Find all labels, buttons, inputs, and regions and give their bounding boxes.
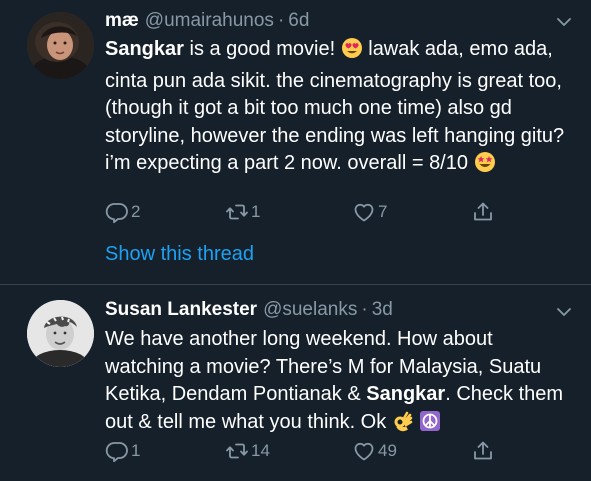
star-struck-emoji	[474, 151, 496, 182]
timestamp[interactable]: 6d	[288, 7, 309, 35]
reply-button[interactable]: 1	[105, 439, 140, 463]
reply-count: 1	[131, 441, 141, 460]
author-handle[interactable]: @suelanks	[263, 296, 357, 324]
avatar[interactable]	[27, 300, 94, 367]
reply-icon	[105, 439, 129, 463]
like-button[interactable]: 49	[352, 439, 397, 463]
retweet-button[interactable]: 14	[225, 439, 270, 463]
author-name[interactable]: Susan Lankester	[105, 296, 257, 324]
retweet-button[interactable]: 1	[225, 200, 260, 224]
share-button[interactable]	[471, 439, 497, 463]
tweet[interactable]: Susan Lankester @suelanks · 3d We have a…	[0, 285, 591, 481]
separator: ·	[361, 299, 368, 320]
tweet[interactable]: mæ @umairahunos · 6d Sangkar is a good m…	[0, 0, 591, 284]
retweet-icon	[225, 200, 249, 224]
timestamp[interactable]: 3d	[372, 296, 393, 324]
tweet-text: We have another long weekend. How about …	[105, 326, 575, 440]
share-button[interactable]	[471, 200, 497, 224]
like-button[interactable]: 7	[352, 200, 387, 224]
tweet-header: mæ @umairahunos · 6d	[105, 7, 309, 35]
heart-eyes-emoji	[341, 37, 363, 68]
retweet-count: 1	[251, 202, 261, 221]
tweet-actions: 2 1 7	[105, 200, 505, 228]
heart-icon	[352, 439, 376, 463]
reply-count: 2	[131, 202, 141, 221]
movie-title: Sangkar	[366, 383, 446, 405]
reply-button[interactable]: 2	[105, 200, 140, 224]
like-count: 7	[378, 202, 388, 221]
author-handle[interactable]: @umairahunos	[145, 7, 274, 35]
show-thread-link[interactable]: Show this thread	[105, 240, 254, 268]
retweet-count: 14	[251, 441, 270, 460]
ok-hand-emoji	[392, 410, 414, 441]
tweet-actions: 1 14 49	[105, 439, 505, 467]
retweet-icon	[225, 439, 249, 463]
avatar[interactable]	[27, 12, 94, 79]
tweet-text-part: is a good movie!	[183, 38, 341, 60]
like-count: 49	[378, 441, 397, 460]
tweet-header: Susan Lankester @suelanks · 3d	[105, 296, 393, 324]
share-icon	[471, 200, 495, 224]
chevron-down-icon[interactable]	[555, 303, 573, 321]
author-name[interactable]: mæ	[105, 7, 139, 35]
chevron-down-icon[interactable]	[555, 13, 573, 31]
separator: ·	[277, 10, 285, 31]
tweet-text: Sangkar is a good movie! lawak ada, emo …	[105, 36, 575, 182]
reply-icon	[105, 200, 129, 224]
heart-icon	[352, 200, 376, 224]
movie-title: Sangkar	[105, 38, 184, 60]
share-icon	[471, 439, 495, 463]
peace-symbol-emoji	[419, 410, 441, 441]
